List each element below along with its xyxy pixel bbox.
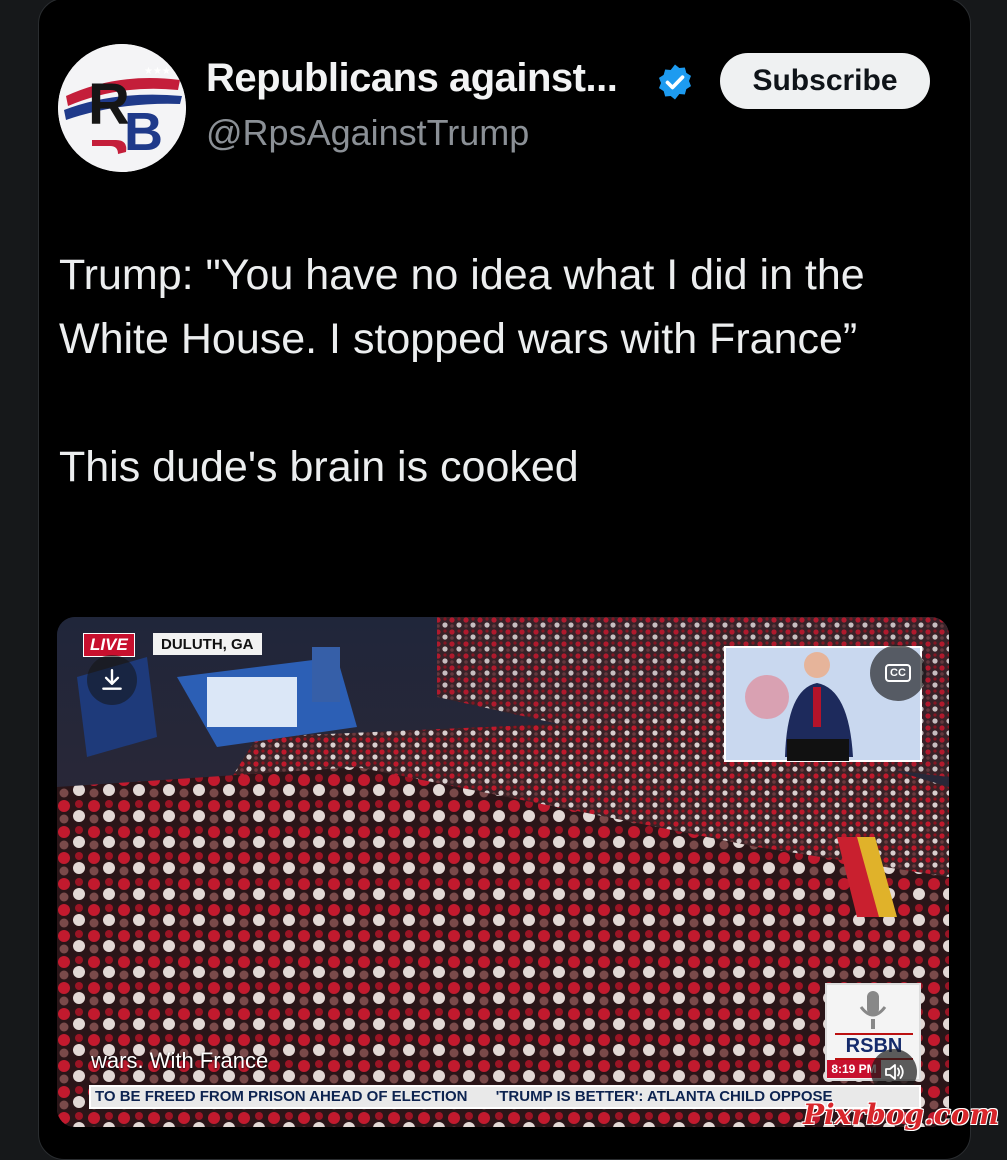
cc-icon: CC (885, 664, 911, 682)
video-caption: wars. With France (91, 1048, 269, 1073)
captions-button[interactable]: CC (870, 645, 926, 701)
verified-badge-icon (659, 64, 691, 100)
microphone-icon (859, 991, 887, 1029)
location-badge: DULUTH, GA (153, 633, 262, 655)
svg-text:★★★: ★★★ (144, 66, 171, 77)
avatar[interactable]: R B ★★★ (58, 44, 186, 172)
subscribe-button[interactable]: Subscribe (720, 53, 930, 109)
account-name[interactable]: Republicans against... (206, 56, 618, 101)
svg-text:B: B (124, 102, 163, 162)
tweet-line-comment: This dude's brain is cooked (59, 443, 579, 491)
volume-icon (885, 1064, 904, 1080)
ticker-item: TO BE FREED FROM PRISON AHEAD OF ELECTIO… (95, 1088, 468, 1105)
tweet-line-quote: Trump: "You have no idea what I did in t… (59, 251, 865, 363)
download-button[interactable] (87, 655, 137, 705)
video-player[interactable]: LIVE DULUTH, GA CC wars. With France RSB… (57, 617, 949, 1127)
rb-logo-icon: R B ★★★ (58, 44, 186, 172)
download-icon (102, 669, 122, 690)
news-ticker: TO BE FREED FROM PRISON AHEAD OF ELECTIO… (89, 1085, 921, 1109)
account-handle[interactable]: @RpsAgainstTrump (206, 112, 529, 154)
live-badge: LIVE (83, 633, 135, 657)
tweet-text: Trump: "You have no idea what I did in t… (59, 243, 939, 499)
watermark: Pixrbog.com (803, 1098, 1000, 1131)
ticker-item: 'TRUMP IS BETTER': ATLANTA CHILD OPPOSE (495, 1088, 833, 1105)
